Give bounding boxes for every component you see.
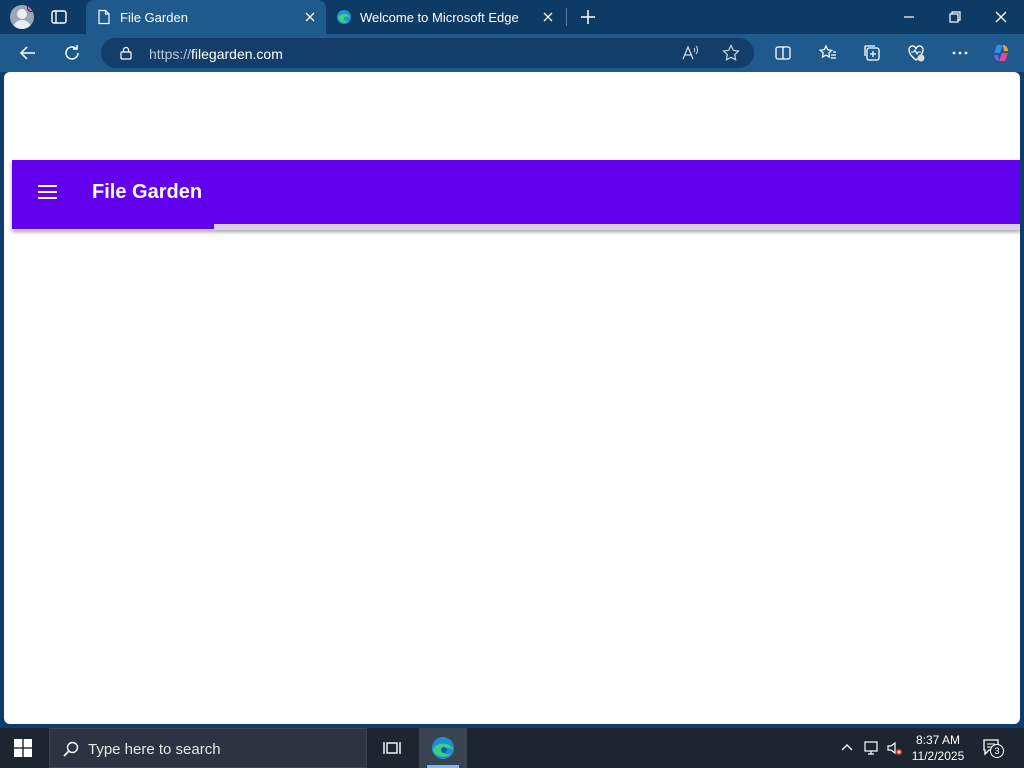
profile-avatar[interactable]	[10, 5, 34, 29]
app-title: File Garden	[92, 181, 203, 203]
more-options-icon[interactable]	[950, 43, 970, 63]
hamburger-menu-icon[interactable]	[36, 184, 60, 204]
tab-welcome-edge[interactable]: Welcome to Microsoft Edge	[326, 0, 564, 34]
minimize-icon[interactable]	[899, 7, 919, 27]
url-protocol: https://	[149, 46, 192, 62]
back-icon[interactable]	[18, 43, 38, 63]
close-tab-icon[interactable]	[540, 9, 556, 25]
browser-essentials-icon[interactable]	[906, 43, 926, 63]
favorites-icon[interactable]	[818, 43, 838, 63]
tab-separator	[566, 8, 567, 26]
taskbar-search-box[interactable]: Type here to search	[49, 728, 367, 768]
page-viewport: File Garden	[4, 72, 1020, 724]
windows-start-icon[interactable]	[14, 739, 32, 757]
tab-bar: File Garden Welcome to Microsoft Edge	[0, 0, 1024, 34]
url-host: filegarden.com	[191, 46, 283, 62]
taskbar: Type here to search 8:37 AM 11/2/2025 3	[0, 728, 1024, 768]
copilot-icon[interactable]	[991, 43, 1011, 63]
page-icon	[98, 9, 110, 25]
show-hidden-icons-icon[interactable]	[839, 740, 855, 756]
task-view-icon[interactable]	[382, 738, 402, 758]
tab-file-garden[interactable]: File Garden	[86, 0, 326, 34]
url-text[interactable]: https://filegarden.com	[149, 46, 283, 62]
read-aloud-icon[interactable]	[681, 44, 699, 62]
clock-time: 8:37 AM	[915, 733, 961, 747]
tab-actions-icon[interactable]	[50, 8, 68, 26]
edge-icon	[432, 737, 454, 759]
taskbar-edge-app[interactable]	[419, 728, 467, 768]
search-icon	[63, 741, 79, 757]
loading-progress-fill	[12, 223, 214, 229]
restore-icon[interactable]	[945, 7, 965, 27]
close-window-icon[interactable]	[991, 7, 1011, 27]
edge-icon	[337, 10, 351, 24]
tab-title: File Garden	[120, 10, 188, 25]
clock-date: 11/2/2025	[911, 749, 965, 763]
close-tab-icon[interactable]	[302, 9, 318, 25]
app-bar: File Garden	[12, 160, 1020, 230]
volume-muted-icon[interactable]	[886, 740, 902, 756]
address-bar-row: https://filegarden.com	[0, 34, 1024, 72]
refresh-icon[interactable]	[62, 43, 82, 63]
system-clock[interactable]: 8:37 AM 11/2/2025	[906, 732, 970, 764]
split-screen-icon[interactable]	[773, 43, 793, 63]
notification-center[interactable]: 3	[982, 738, 1004, 758]
tab-title: Welcome to Microsoft Edge	[360, 10, 519, 25]
favorite-star-icon[interactable]	[722, 44, 740, 62]
loading-progress-bar	[12, 223, 1020, 230]
search-placeholder: Type here to search	[88, 741, 221, 758]
url-field[interactable]: https://filegarden.com	[101, 38, 754, 68]
new-tab-icon[interactable]	[578, 7, 598, 27]
network-icon[interactable]	[863, 740, 879, 756]
notification-count-badge: 3	[990, 744, 1004, 758]
lock-icon[interactable]	[119, 46, 133, 60]
collections-icon[interactable]	[862, 43, 882, 63]
